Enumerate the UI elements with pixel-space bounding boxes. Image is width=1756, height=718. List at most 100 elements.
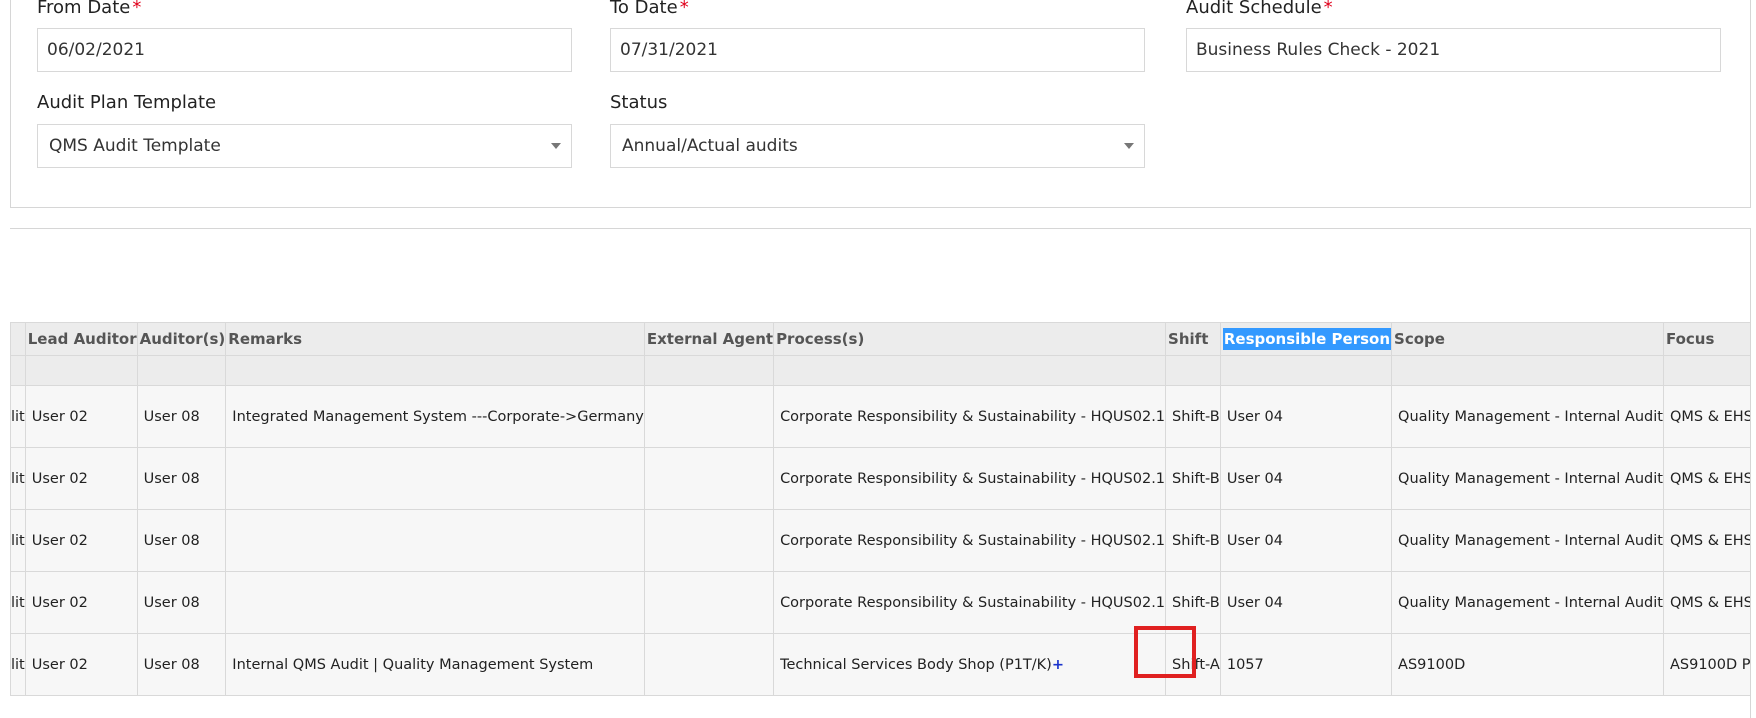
status-select[interactable]: Annual/Actual audits bbox=[610, 124, 1145, 168]
col-header-scope[interactable]: Scope bbox=[1391, 322, 1664, 356]
required-mark: * bbox=[132, 0, 142, 18]
lead-auditor-cell: User 02 bbox=[24, 509, 138, 572]
table-row[interactable]: lit User 02 User 08 Corporate Responsibi… bbox=[10, 571, 1750, 634]
external-agent-cell bbox=[643, 633, 775, 696]
table-row[interactable]: lit User 02 User 08 Internal QMS Audit |… bbox=[10, 633, 1750, 696]
filter-cell[interactable] bbox=[10, 355, 26, 386]
shift-cell: Shift-B bbox=[1165, 571, 1221, 634]
scope-cell: Quality Management - Internal Audit bbox=[1391, 571, 1664, 634]
audit-plan-grid: Lead Auditor Auditor(s) Remarks External… bbox=[10, 322, 1750, 696]
shift-cell: Shift-A bbox=[1165, 633, 1221, 696]
table-row[interactable]: lit User 02 User 08 Integrated Managemen… bbox=[10, 385, 1750, 448]
remarks-cell bbox=[225, 447, 645, 510]
shift-cell: Shift-B bbox=[1165, 385, 1221, 448]
scope-cell: Quality Management - Internal Audit bbox=[1391, 509, 1664, 572]
required-mark: * bbox=[1323, 0, 1333, 18]
auditors-cell: User 08 bbox=[136, 571, 227, 634]
col-header-remarks[interactable]: Remarks bbox=[225, 322, 645, 356]
responsible-person-cell[interactable]: User 04 bbox=[1219, 447, 1393, 510]
filter-cell[interactable] bbox=[1165, 355, 1221, 386]
filter-cell[interactable] bbox=[773, 355, 1167, 386]
clipped-cell: lit bbox=[10, 633, 26, 696]
audit-schedule-input[interactable]: Business Rules Check - 2021 bbox=[1186, 28, 1721, 72]
responsible-person-header-label: Responsible Person bbox=[1222, 328, 1391, 350]
filter-cell[interactable] bbox=[136, 355, 227, 386]
focus-cell: QMS & EHSS (MFG Process) bbox=[1662, 385, 1750, 448]
col-header-shift[interactable]: Shift bbox=[1165, 322, 1221, 356]
processes-cell: Corporate Responsibility & Sustainabilit… bbox=[773, 385, 1167, 448]
add-process-icon[interactable]: + bbox=[1052, 657, 1064, 673]
external-agent-cell bbox=[643, 385, 775, 448]
audit-schedule-label: Audit Schedule * bbox=[1186, 0, 1333, 18]
audit-plan-template-select[interactable]: QMS Audit Template bbox=[37, 124, 572, 168]
focus-cell: QMS & EHSS (MFG Process) bbox=[1662, 571, 1750, 634]
auditors-cell: User 08 bbox=[136, 509, 227, 572]
status-value: Annual/Actual audits bbox=[622, 136, 798, 156]
processes-cell: Corporate Responsibility & Sustainabilit… bbox=[773, 447, 1167, 510]
status-label: Status bbox=[610, 92, 668, 113]
auditors-cell: User 08 bbox=[136, 633, 227, 696]
grid-header-row: Lead Auditor Auditor(s) Remarks External… bbox=[10, 322, 1750, 356]
processes-cell: Corporate Responsibility & Sustainabilit… bbox=[773, 571, 1167, 634]
grid-filter-row bbox=[10, 355, 1750, 386]
clipped-cell: lit bbox=[10, 385, 26, 448]
audit-plan-template-value: QMS Audit Template bbox=[49, 136, 221, 156]
lead-auditor-cell: User 02 bbox=[24, 385, 138, 448]
remarks-cell bbox=[225, 509, 645, 572]
col-header-processes[interactable]: Process(s) bbox=[773, 322, 1167, 356]
scope-cell: Quality Management - Internal Audit bbox=[1391, 447, 1664, 510]
clipped-cell: lit bbox=[10, 509, 26, 572]
shift-cell: Shift-B bbox=[1165, 509, 1221, 572]
chevron-down-icon[interactable] bbox=[1124, 143, 1134, 149]
responsible-person-cell[interactable]: User 04 bbox=[1219, 385, 1393, 448]
from-date-input[interactable]: 06/02/2021 bbox=[37, 28, 572, 72]
shift-cell: Shift-B bbox=[1165, 447, 1221, 510]
remarks-cell: Integrated Management System ---Corporat… bbox=[225, 385, 645, 448]
responsible-person-cell[interactable]: User 04 bbox=[1219, 571, 1393, 634]
table-row[interactable]: lit User 02 User 08 Corporate Responsibi… bbox=[10, 509, 1750, 572]
remarks-cell: Internal QMS Audit | Quality Management … bbox=[225, 633, 645, 696]
col-header-external-agent[interactable]: External Agent bbox=[643, 322, 775, 356]
responsible-person-cell[interactable]: 1057 bbox=[1219, 633, 1393, 696]
lead-auditor-cell: User 02 bbox=[24, 447, 138, 510]
clipped-cell: lit bbox=[10, 447, 26, 510]
chevron-down-icon[interactable] bbox=[551, 143, 561, 149]
auditors-cell: User 08 bbox=[136, 385, 227, 448]
filter-cell[interactable] bbox=[225, 355, 645, 386]
lead-auditor-cell: User 02 bbox=[24, 571, 138, 634]
focus-cell: QMS & EHSS (MFG Process) bbox=[1662, 447, 1750, 510]
required-mark: * bbox=[679, 0, 689, 18]
filter-cell[interactable] bbox=[1219, 355, 1393, 386]
external-agent-cell bbox=[643, 447, 775, 510]
audit-plan-grid-panel: Lead Auditor Auditor(s) Remarks External… bbox=[10, 228, 1751, 718]
scope-cell: Quality Management - Internal Audit bbox=[1391, 385, 1664, 448]
processes-value: Technical Services Body Shop (P1T/K) bbox=[780, 656, 1052, 673]
table-row[interactable]: lit User 02 User 08 Corporate Responsibi… bbox=[10, 447, 1750, 510]
processes-cell: Corporate Responsibility & Sustainabilit… bbox=[773, 509, 1167, 572]
remarks-cell bbox=[225, 571, 645, 634]
processes-cell: Technical Services Body Shop (P1T/K)+ bbox=[773, 633, 1167, 696]
filter-cell[interactable] bbox=[1662, 355, 1750, 386]
audit-form-panel: From Date * 06/02/2021 To Date * 07/31/202… bbox=[10, 0, 1751, 208]
responsible-person-cell[interactable]: User 04 bbox=[1219, 509, 1393, 572]
focus-cell: AS9100D Process bbox=[1662, 633, 1750, 696]
lead-auditor-cell: User 02 bbox=[24, 633, 138, 696]
col-header-clipped[interactable] bbox=[10, 322, 26, 356]
external-agent-cell bbox=[643, 509, 775, 572]
clipped-cell: lit bbox=[10, 571, 26, 634]
auditors-cell: User 08 bbox=[136, 447, 227, 510]
filter-cell[interactable] bbox=[1391, 355, 1664, 386]
from-date-label: From Date * bbox=[37, 0, 141, 18]
col-header-lead-auditor[interactable]: Lead Auditor bbox=[24, 322, 138, 356]
focus-cell: QMS & EHSS (MFG Process) bbox=[1662, 509, 1750, 572]
col-header-responsible-person[interactable]: Responsible Person bbox=[1219, 322, 1393, 356]
filter-cell[interactable] bbox=[24, 355, 138, 386]
audit-plan-template-label: Audit Plan Template bbox=[37, 92, 217, 113]
to-date-label: To Date * bbox=[610, 0, 689, 18]
external-agent-cell bbox=[643, 571, 775, 634]
to-date-input[interactable]: 07/31/2021 bbox=[610, 28, 1145, 72]
col-header-auditors[interactable]: Auditor(s) bbox=[136, 322, 227, 356]
filter-cell[interactable] bbox=[643, 355, 775, 386]
col-header-focus[interactable]: Focus bbox=[1662, 322, 1750, 356]
scope-cell: AS9100D bbox=[1391, 633, 1664, 696]
